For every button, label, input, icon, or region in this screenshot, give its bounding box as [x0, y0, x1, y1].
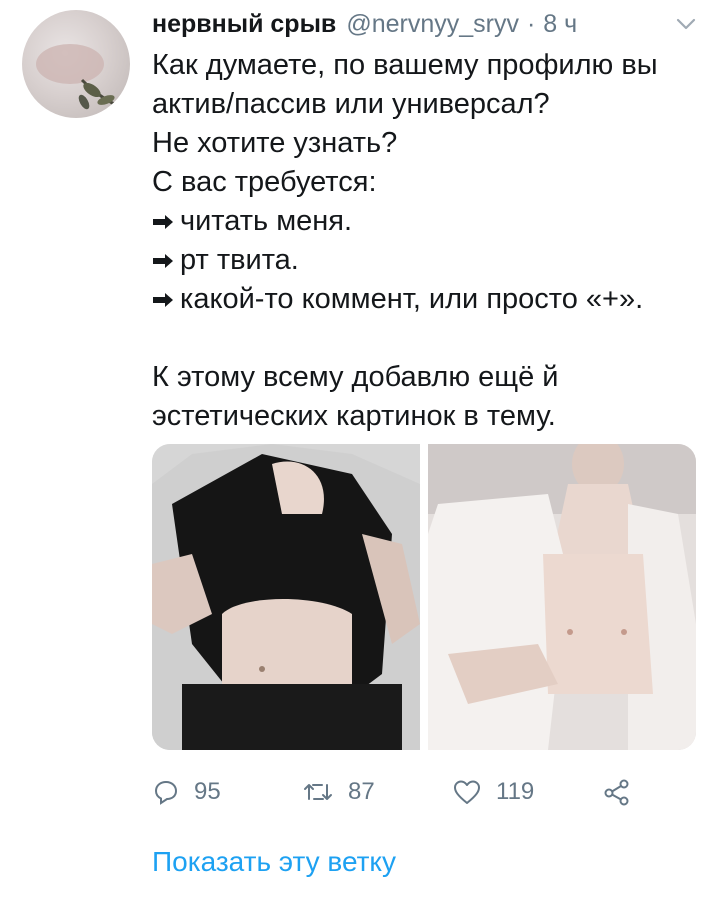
list-item-text: какой-то коммент, или просто «+». — [180, 283, 644, 315]
retweet-count: 87 — [348, 778, 375, 805]
tweet-line: Как думаете, по вашему профилю вы — [152, 49, 658, 81]
tweet-line: Не хотите узнать? — [152, 127, 398, 159]
media-photo-1[interactable] — [152, 444, 420, 750]
photo-image — [152, 444, 420, 750]
list-item-text: читать меня. — [180, 205, 353, 237]
heart-icon — [454, 780, 480, 804]
author-handle[interactable]: @nervnyy_sryv — [346, 10, 519, 39]
tweet-line: актив/пассив или универсал? — [152, 88, 550, 120]
author-name[interactable]: нервный срыв — [152, 10, 336, 39]
tweet-media — [152, 444, 696, 750]
reply-count: 95 — [194, 778, 221, 805]
tweet-text: Как думаете, по вашему профилю вы актив/… — [152, 46, 712, 436]
separator-dot: · — [526, 9, 536, 38]
avatar[interactable] — [22, 10, 130, 118]
reply-button[interactable]: 95 — [152, 778, 302, 806]
photo-image — [428, 444, 696, 750]
chevron-down-icon[interactable] — [674, 14, 698, 34]
arrow-right-icon — [153, 254, 173, 269]
list-item-text: рт твита. — [180, 244, 299, 276]
list-item: какой-то коммент, или просто «+». — [152, 280, 712, 319]
list-item: читать меня. — [152, 202, 712, 241]
arrow-right-icon — [153, 215, 173, 230]
show-thread-link[interactable]: Показать эту ветку — [152, 846, 396, 878]
tweet-time[interactable]: 8 ч — [543, 10, 577, 39]
tweet-line: эстетических картинок в тему. — [152, 400, 556, 432]
tweet-line: К этому всему добавлю ещё й — [152, 361, 559, 393]
share-icon — [604, 779, 629, 806]
list-item: рт твита. — [152, 241, 712, 280]
like-count: 119 — [496, 778, 535, 805]
share-button[interactable] — [602, 778, 646, 806]
tweet-header: нервный срыв @nervnyy_sryv · 8 ч — [152, 4, 577, 44]
reply-icon — [154, 780, 178, 805]
arrow-right-icon — [153, 293, 173, 308]
media-photo-2[interactable] — [428, 444, 696, 750]
tweet-line: С вас требуется: — [152, 166, 377, 198]
avatar-image — [36, 44, 119, 110]
like-button[interactable]: 119 — [452, 778, 602, 806]
retweet-icon — [304, 784, 332, 800]
retweet-button[interactable]: 87 — [302, 778, 452, 806]
tweet-actions: 95 87 119 — [152, 772, 672, 812]
